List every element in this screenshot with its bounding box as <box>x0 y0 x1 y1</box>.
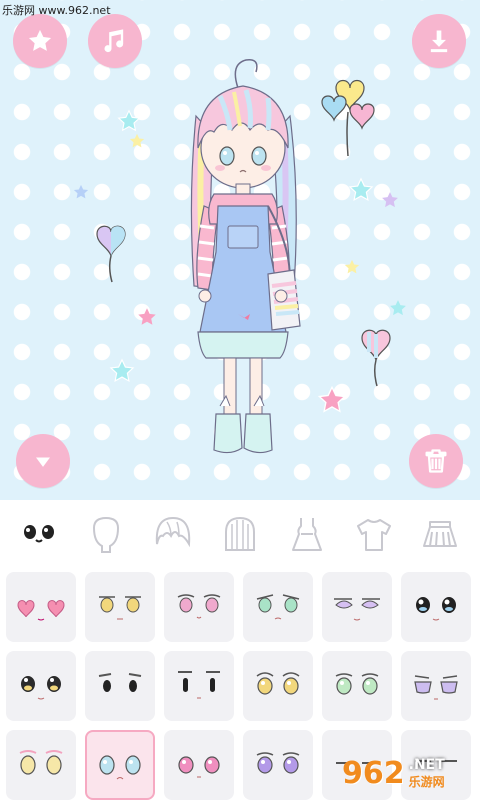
star-decoration <box>344 259 360 274</box>
eye-option-8[interactable] <box>85 651 155 721</box>
eye-option-1[interactable] <box>6 572 76 642</box>
favorite-button[interactable] <box>13 14 67 68</box>
blue-round-eyes-icon <box>416 597 456 621</box>
tab-skirt[interactable] <box>416 510 464 558</box>
tab-top[interactable] <box>350 510 398 558</box>
amber-eyes-icon <box>256 672 300 695</box>
star-decoration <box>129 133 145 148</box>
yellow-sparkle-eyes-icon <box>21 676 61 700</box>
star-decoration <box>117 109 141 132</box>
eye-option-12[interactable] <box>401 651 471 721</box>
character-doll <box>190 59 301 454</box>
eye-option-4[interactable] <box>243 572 313 642</box>
star-decoration <box>109 358 135 383</box>
star-icon <box>28 29 52 51</box>
pink-eyes-icon <box>177 594 221 619</box>
tab-face[interactable] <box>82 510 130 558</box>
music-button[interactable] <box>88 14 142 68</box>
character-stage <box>0 0 480 500</box>
mint-eyes-icon <box>335 673 379 695</box>
category-tab-bar <box>0 500 480 568</box>
site-watermark: 乐游网 www.962.net <box>2 4 111 17</box>
delete-button[interactable] <box>409 434 463 488</box>
tab-bangs[interactable] <box>149 510 197 558</box>
trash-icon <box>425 449 447 473</box>
tshirt-icon <box>356 519 391 551</box>
magenta-eyes-icon <box>178 756 220 778</box>
logo-site: 乐游网 <box>408 774 445 789</box>
sky-blue-eyes-icon <box>99 755 141 780</box>
eye-option-11[interactable] <box>322 651 392 721</box>
star-decoration <box>348 177 374 202</box>
star-decoration <box>73 184 89 199</box>
eye-option-10[interactable] <box>243 651 313 721</box>
bangs-hair-icon <box>155 516 191 548</box>
tab-eyes[interactable] <box>15 510 63 558</box>
violet-eyes-icon <box>334 598 380 621</box>
dot-eyes-icon <box>98 673 142 692</box>
heart-eyes-icon <box>17 600 65 621</box>
site-logo-watermark: 962 .NET 乐游网 <box>342 750 474 796</box>
chevron-down-icon <box>36 457 50 467</box>
logo-number: 962 <box>342 755 405 791</box>
heart-balloons-decoration <box>321 79 375 157</box>
purple-eyes-icon <box>256 752 300 774</box>
eye-option-15[interactable] <box>164 730 234 800</box>
eye-option-5[interactable] <box>322 572 392 642</box>
collapse-button[interactable] <box>16 434 70 488</box>
oval-eyes-icon <box>178 671 220 699</box>
dress-icon <box>291 518 322 551</box>
logo-net: .NET <box>408 756 445 773</box>
eye-option-9[interactable] <box>164 651 234 721</box>
music-note-icon <box>104 29 124 53</box>
star-decoration <box>138 308 156 325</box>
pale-yellow-eyes-icon <box>19 750 63 775</box>
eye-option-2[interactable] <box>85 572 155 642</box>
eye-option-7[interactable] <box>6 651 76 721</box>
download-icon <box>430 30 448 53</box>
eye-option-13[interactable] <box>6 730 76 800</box>
eye-option-14-selected[interactable] <box>85 730 155 800</box>
eyes-face-icon <box>24 525 55 543</box>
tab-back-hair[interactable] <box>216 510 264 558</box>
eye-option-6[interactable] <box>401 572 471 642</box>
star-decoration <box>390 300 406 316</box>
star-decoration <box>317 385 347 413</box>
back-hair-icon <box>224 516 255 551</box>
star-decoration <box>382 192 398 208</box>
download-button[interactable] <box>412 14 466 68</box>
eye-option-3[interactable] <box>164 572 234 642</box>
lilac-sleepy-eyes-icon <box>414 675 458 700</box>
skirt-icon <box>423 521 458 547</box>
face-shape-icon <box>93 516 120 553</box>
eye-option-16[interactable] <box>243 730 313 800</box>
heart-balloon-decoration <box>96 225 126 283</box>
green-eyes-icon <box>256 594 300 620</box>
golden-eyes-icon <box>99 596 141 620</box>
heart-balloon-decoration-2 <box>361 329 391 387</box>
tab-dress[interactable] <box>283 510 331 558</box>
